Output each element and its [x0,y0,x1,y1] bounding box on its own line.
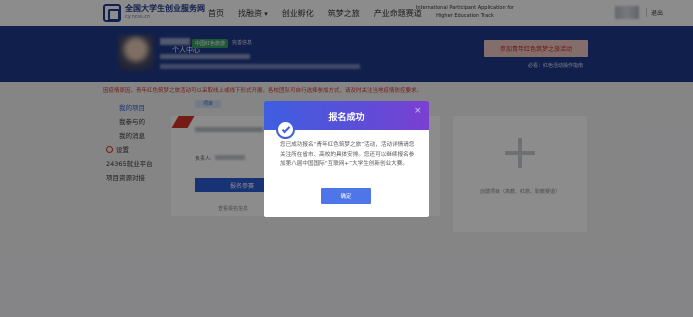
modal-message: 您已成功报名“青年红色筑梦之旅”活动，活动详情请您关注所在省市、高校的具体安排。… [280,142,415,167]
close-icon[interactable]: × [414,106,422,116]
confirm-button[interactable]: 确定 [321,188,371,204]
success-modal: 报名成功 × 您已成功报名“青年红色筑梦之旅”活动，活动详情请您关注所在省市、高… [264,101,429,217]
check-icon [276,120,295,139]
